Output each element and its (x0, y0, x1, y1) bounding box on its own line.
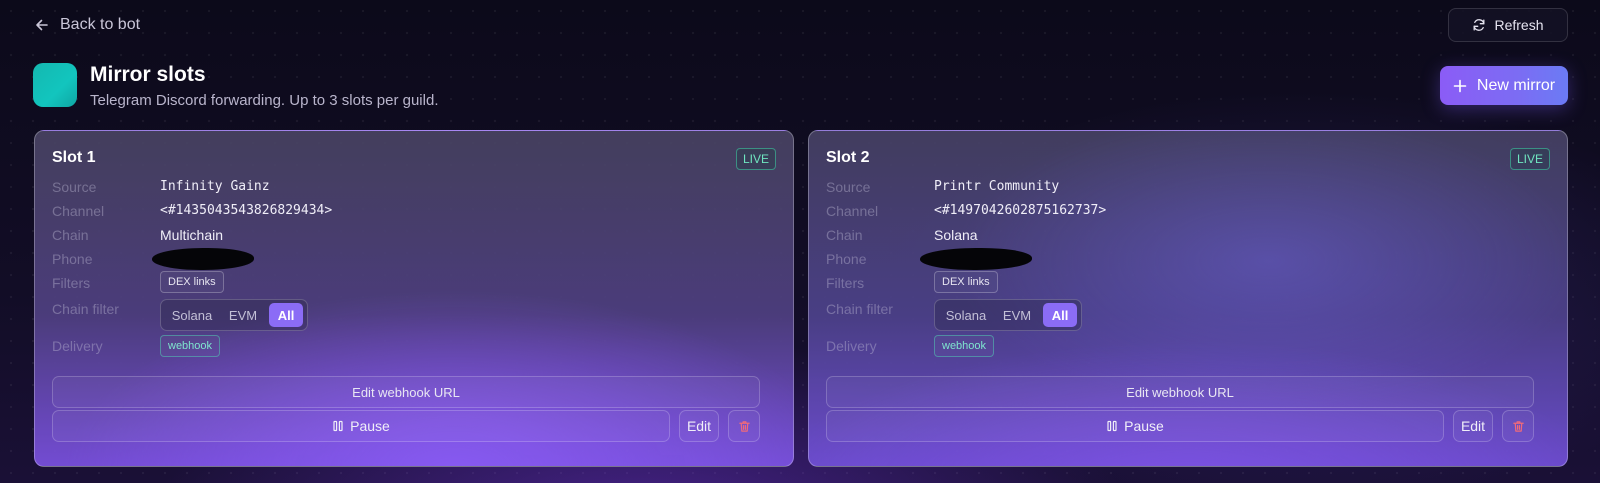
back-to-bot-link[interactable]: Back to bot (34, 14, 140, 36)
channel-value: <#1497042602875162737> (934, 203, 1107, 218)
status-badge: LIVE (735, 148, 776, 170)
source-value: Infinity Gainz (160, 179, 270, 194)
filters-label: Filters (52, 275, 91, 291)
chain-filter-option-solana[interactable]: Solana (941, 303, 991, 327)
new-mirror-label: New mirror (1476, 76, 1556, 94)
page-title: Mirror slots (90, 63, 206, 86)
chain-filter-segmented-control: Solana EVM All (934, 299, 1082, 331)
chain-value: Multichain (160, 227, 224, 243)
chain-filter-option-evm[interactable]: EVM (995, 303, 1039, 327)
delivery-label: Delivery (826, 338, 877, 354)
chain-filter-option-solana[interactable]: Solana (167, 303, 217, 327)
trash-icon (1512, 420, 1524, 432)
delete-button[interactable] (1502, 410, 1534, 442)
chain-filter-option-all[interactable]: All (1043, 303, 1077, 327)
refresh-icon (1474, 19, 1485, 31)
delete-button[interactable] (728, 410, 760, 442)
edit-webhook-button[interactable]: Edit webhook URL (52, 376, 760, 408)
channel-label: Channel (52, 203, 105, 219)
filter-chip-dex-links[interactable]: DEX links (934, 271, 998, 293)
source-label: Source (52, 179, 97, 195)
edit-button[interactable]: Edit (1453, 410, 1493, 442)
phone-redaction (152, 248, 254, 270)
pause-icon (1107, 420, 1117, 432)
delivery-badge: webhook (160, 335, 221, 357)
page-header: Mirror slots Telegram Discord forwarding… (33, 63, 1568, 111)
delivery-badge: webhook (934, 335, 995, 357)
pause-button[interactable]: Pause (52, 410, 670, 442)
chain-filter-option-all[interactable]: All (269, 303, 303, 327)
phone-label: Phone (826, 251, 867, 267)
chain-filter-option-evm[interactable]: EVM (221, 303, 265, 327)
phone-label: Phone (52, 251, 93, 267)
channel-label: Channel (826, 203, 879, 219)
slot-title: Slot 1 (52, 149, 96, 166)
plus-icon (1453, 79, 1467, 92)
slot-card-2: Slot 2 LIVE Source Printr Community Chan… (808, 130, 1568, 467)
refresh-button[interactable]: Refresh (1448, 8, 1568, 42)
mirror-app-icon (33, 63, 77, 107)
edit-webhook-button[interactable]: Edit webhook URL (826, 376, 1534, 408)
source-label: Source (826, 179, 871, 195)
pause-icon (333, 420, 343, 432)
page-subtitle: Telegram Discord forwarding. Up to 3 slo… (90, 92, 439, 109)
phone-redaction (920, 248, 1032, 270)
trash-icon (738, 420, 750, 432)
chain-value: Solana (934, 227, 978, 243)
chain-label: Chain (52, 227, 89, 243)
delivery-label: Delivery (52, 338, 103, 354)
source-value: Printr Community (934, 179, 1060, 194)
back-link-label: Back to bot (60, 16, 141, 33)
filter-chip-dex-links[interactable]: DEX links (160, 271, 224, 293)
top-bar: Back to bot Refresh (0, 0, 1600, 52)
chain-filter-segmented-control: Solana EVM All (160, 299, 308, 331)
chain-filter-label: Chain filter (826, 301, 893, 317)
refresh-label: Refresh (1494, 17, 1544, 33)
pause-label: Pause (350, 418, 390, 434)
channel-value: <#1435043543826829434> (160, 203, 333, 218)
chain-label: Chain (826, 227, 863, 243)
filters-label: Filters (826, 275, 865, 291)
chain-filter-label: Chain filter (52, 301, 119, 317)
slot-title: Slot 2 (826, 149, 870, 166)
pause-label: Pause (1124, 418, 1164, 434)
arrow-left-icon (36, 19, 48, 31)
edit-button[interactable]: Edit (679, 410, 719, 442)
status-badge: LIVE (1509, 148, 1550, 170)
new-mirror-button[interactable]: New mirror (1440, 66, 1568, 105)
pause-button[interactable]: Pause (826, 410, 1444, 442)
slot-card-1: Slot 1 LIVE Source Infinity Gainz Channe… (34, 130, 794, 467)
